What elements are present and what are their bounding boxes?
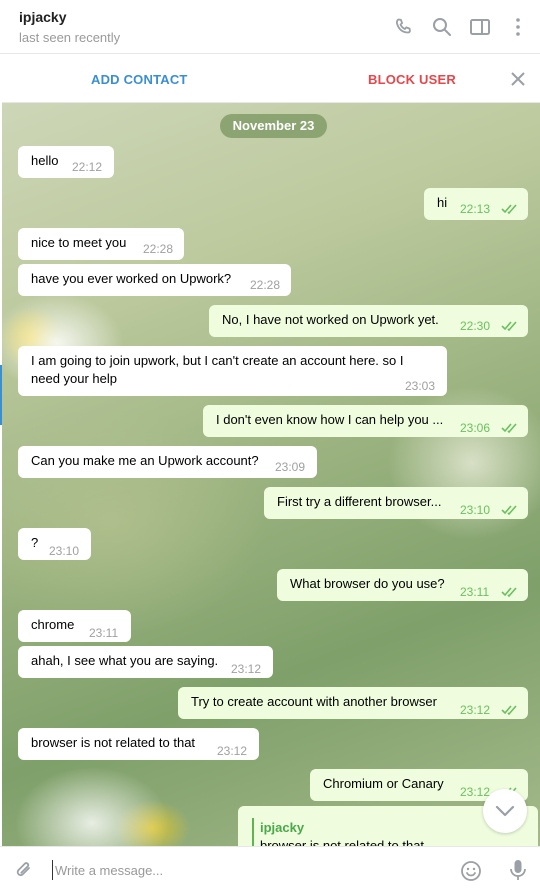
chevron-down-icon xyxy=(495,805,515,817)
phone-icon[interactable] xyxy=(392,15,416,39)
reply-quoted-text: browser is not related to that xyxy=(260,838,425,846)
message-text: No, I have not worked on Upwork yet. xyxy=(222,312,439,327)
message-bubble-incoming[interactable]: ahah, I see what you are saying. 23:12 xyxy=(18,646,273,678)
close-icon[interactable] xyxy=(507,68,529,90)
message-text: Chromium or Canary xyxy=(323,776,444,791)
message-time: 22:12 xyxy=(72,160,103,174)
message-bubble-incoming[interactable]: hello 22:12 xyxy=(18,146,114,178)
message-text: Can you make me an Upwork account? xyxy=(31,453,259,468)
contact-action-bar: ADD CONTACT BLOCK USER xyxy=(2,55,540,103)
message-text: hi xyxy=(437,195,448,210)
message-input[interactable] xyxy=(52,860,432,880)
message-bubble-incoming[interactable]: chrome 23:11 xyxy=(18,610,131,642)
message-time: 23:11 xyxy=(460,585,490,599)
message-bubble-outgoing[interactable]: I don't even know how I can help you ...… xyxy=(203,405,528,437)
message-time: 22:28 xyxy=(143,242,174,256)
peer-status: last seen recently xyxy=(19,30,121,45)
message-time: 22:30 xyxy=(460,319,491,333)
double-check-icon xyxy=(501,319,519,332)
microphone-icon[interactable] xyxy=(507,858,529,882)
message-bubble-outgoing[interactable]: Try to create account with another brows… xyxy=(178,687,528,719)
date-separator: November 23 xyxy=(220,114,327,138)
message-time: 23:11 xyxy=(89,626,119,640)
message-text: chrome xyxy=(31,617,75,632)
reply-quote-bar xyxy=(252,818,254,846)
message-text: nice to meet you xyxy=(31,235,127,250)
message-text: First try a different browser... xyxy=(277,494,442,509)
message-text: Try to create account with another brows… xyxy=(191,694,437,709)
double-check-icon xyxy=(501,703,519,716)
message-bubble-incoming[interactable]: I am going to join upwork, but I can't c… xyxy=(18,346,447,396)
scroll-to-bottom-button[interactable] xyxy=(483,789,527,833)
message-text: have you ever worked on Upwork? xyxy=(31,271,232,286)
message-bubble-incoming[interactable]: ? 23:10 xyxy=(18,528,91,560)
peer-name[interactable]: ipjacky xyxy=(19,9,66,25)
message-bubble-outgoing[interactable]: hi 22:13 xyxy=(424,188,528,220)
message-time: 22:13 xyxy=(460,202,491,216)
message-text: browser is not related to that xyxy=(31,735,196,750)
block-user-button[interactable]: BLOCK USER xyxy=(368,72,456,87)
message-bubble-incoming[interactable]: nice to meet you 22:28 xyxy=(18,228,184,260)
reply-sender-name: ipjacky xyxy=(260,820,305,835)
message-bubble-incoming[interactable]: have you ever worked on Upwork? 22:28 xyxy=(18,264,291,296)
message-list[interactable]: November 23 hello 22:12 hi 22:13 nice to… xyxy=(2,103,540,846)
double-check-icon xyxy=(501,503,519,516)
message-time: 23:10 xyxy=(460,503,491,517)
message-time: 23:09 xyxy=(275,460,306,474)
message-time: 23:03 xyxy=(405,379,436,393)
chat-header: ipjacky last seen recently xyxy=(0,0,540,54)
double-check-icon xyxy=(501,421,519,434)
message-text: hello xyxy=(31,153,59,168)
message-bubble-outgoing[interactable]: What browser do you use? 23:11 xyxy=(277,569,528,601)
message-bubble-incoming[interactable]: Can you make me an Upwork account? 23:09 xyxy=(18,446,317,478)
paperclip-icon[interactable] xyxy=(13,859,35,881)
add-contact-button[interactable]: ADD CONTACT xyxy=(91,72,188,87)
message-text: What browser do you use? xyxy=(290,576,445,591)
message-text: I am going to join upwork, but I can't c… xyxy=(31,353,404,386)
message-text: ? xyxy=(31,535,39,550)
message-time: 22:28 xyxy=(250,278,281,292)
emoji-icon[interactable] xyxy=(459,859,483,883)
message-text: ahah, I see what you are saying. xyxy=(31,653,219,668)
message-time: 23:12 xyxy=(460,703,491,717)
message-bubble-incoming[interactable]: browser is not related to that 23:12 xyxy=(18,728,259,760)
message-time: 23:12 xyxy=(217,744,248,758)
message-bubble-outgoing[interactable]: First try a different browser... 23:10 xyxy=(264,487,528,519)
message-composer xyxy=(0,846,540,892)
message-time: 23:10 xyxy=(49,544,80,558)
message-text: I don't even know how I can help you ... xyxy=(216,412,444,427)
search-icon[interactable] xyxy=(430,15,454,39)
sidebar-panel-icon[interactable] xyxy=(468,15,492,39)
more-vertical-icon[interactable] xyxy=(506,15,530,39)
message-time: 23:06 xyxy=(460,421,491,435)
message-bubble-outgoing[interactable]: No, I have not worked on Upwork yet. 22:… xyxy=(209,305,528,337)
double-check-icon xyxy=(501,202,519,215)
message-time: 23:12 xyxy=(231,662,262,676)
double-check-icon xyxy=(501,585,519,598)
